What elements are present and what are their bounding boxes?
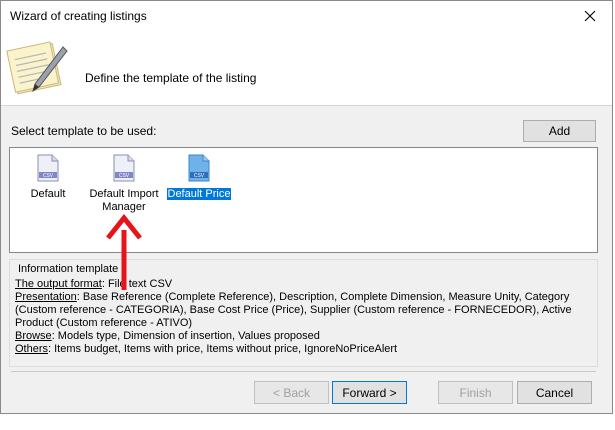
template-list[interactable]: CSV Default CSV Default Import Manager C…: [9, 147, 598, 253]
add-button[interactable]: Add: [523, 120, 596, 142]
header-description: Define the template of the listing: [85, 71, 257, 85]
output-format-label: The output format: [15, 278, 102, 290]
information-template-body: The output format: File text CSV Present…: [15, 278, 593, 356]
csv-file-icon: CSV: [37, 154, 59, 182]
others-line: Others: Items budget, Items with price, …: [15, 343, 593, 356]
presentation-label: Presentation: [15, 291, 77, 303]
others-value: : Items budget, Items with price, Items …: [48, 343, 398, 355]
wizard-window: Wizard of creating listings Define the t…: [0, 0, 613, 414]
svg-text:CSV: CSV: [43, 173, 54, 179]
template-label-line1: Default Import: [89, 188, 159, 200]
template-item-default[interactable]: CSV Default: [28, 154, 68, 206]
browse-value: : Models type, Dimension of insertion, V…: [51, 330, 320, 342]
wizard-header: Define the template of the listing: [1, 31, 612, 106]
template-label: Default Price: [164, 187, 234, 201]
template-label-line2: Manager: [102, 201, 146, 213]
svg-text:CSV: CSV: [119, 173, 130, 179]
back-button[interactable]: < Back: [254, 381, 329, 404]
svg-text:CSV: CSV: [194, 173, 205, 179]
browse-label: Browse: [15, 330, 52, 342]
presentation-line: Presentation: Base Reference (Complete R…: [15, 291, 593, 330]
browse-line: Browse: Models type, Dimension of insert…: [15, 330, 593, 343]
information-template-group: Information template The output format: …: [9, 259, 598, 367]
selected-template-label: Default Price: [165, 187, 233, 201]
forward-button[interactable]: Forward >: [332, 381, 407, 404]
cancel-button[interactable]: Cancel: [517, 381, 592, 404]
output-format-value: : File text CSV: [101, 278, 173, 290]
information-template-title: Information template: [18, 263, 119, 275]
others-label: Others: [15, 343, 49, 355]
template-item-default-price[interactable]: CSV Default Price: [164, 154, 234, 206]
presentation-value: : Base Reference (Complete Reference), D…: [15, 291, 572, 329]
template-label: Default: [30, 188, 66, 200]
csv-file-icon: CSV: [188, 154, 210, 182]
footer-separator: [11, 371, 596, 372]
finish-button[interactable]: Finish: [438, 381, 513, 404]
notepad-pen-icon: [6, 41, 68, 95]
output-format-line: The output format: File text CSV: [15, 278, 593, 291]
close-button[interactable]: [567, 1, 612, 31]
select-template-label: Select template to be used:: [11, 124, 157, 138]
csv-file-icon: CSV: [113, 154, 135, 182]
template-item-default-import-manager[interactable]: CSV Default Import Manager: [86, 154, 162, 216]
close-icon: [584, 10, 595, 22]
window-title: Wizard of creating listings: [10, 9, 147, 23]
title-bar: Wizard of creating listings: [1, 1, 612, 31]
